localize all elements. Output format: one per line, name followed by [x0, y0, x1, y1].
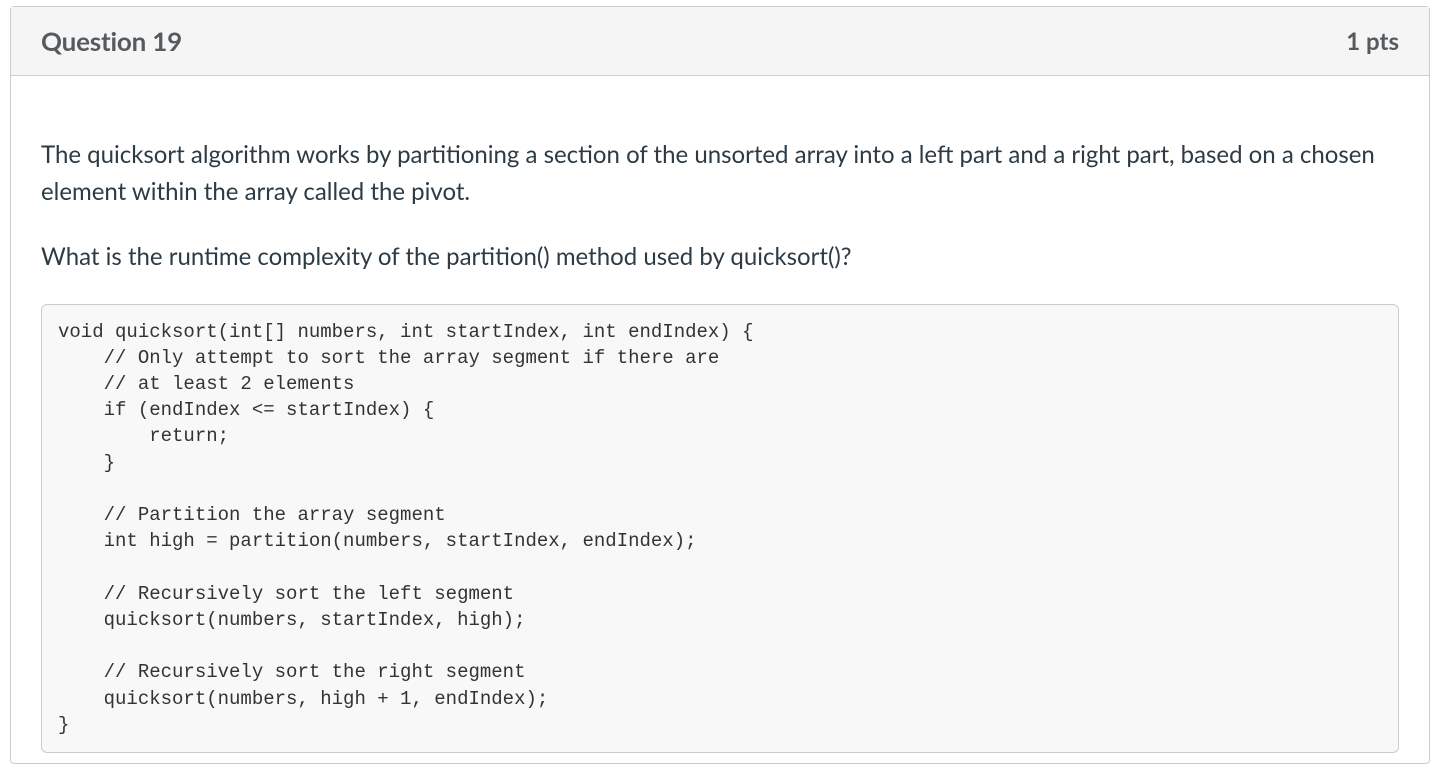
- prompt-paragraph-2: What is the runtime complexity of the pa…: [41, 238, 1399, 275]
- code-block: void quicksort(int[] numbers, int startI…: [41, 304, 1399, 754]
- question-body: The quicksort algorithm works by partiti…: [11, 76, 1429, 763]
- question-title: Question 19: [41, 25, 182, 57]
- question-header: Question 19 1 pts: [11, 7, 1429, 76]
- question-points: 1 pts: [1346, 27, 1399, 56]
- prompt-paragraph-1: The quicksort algorithm works by partiti…: [41, 136, 1399, 210]
- question-card: Question 19 1 pts The quicksort algorith…: [10, 6, 1430, 764]
